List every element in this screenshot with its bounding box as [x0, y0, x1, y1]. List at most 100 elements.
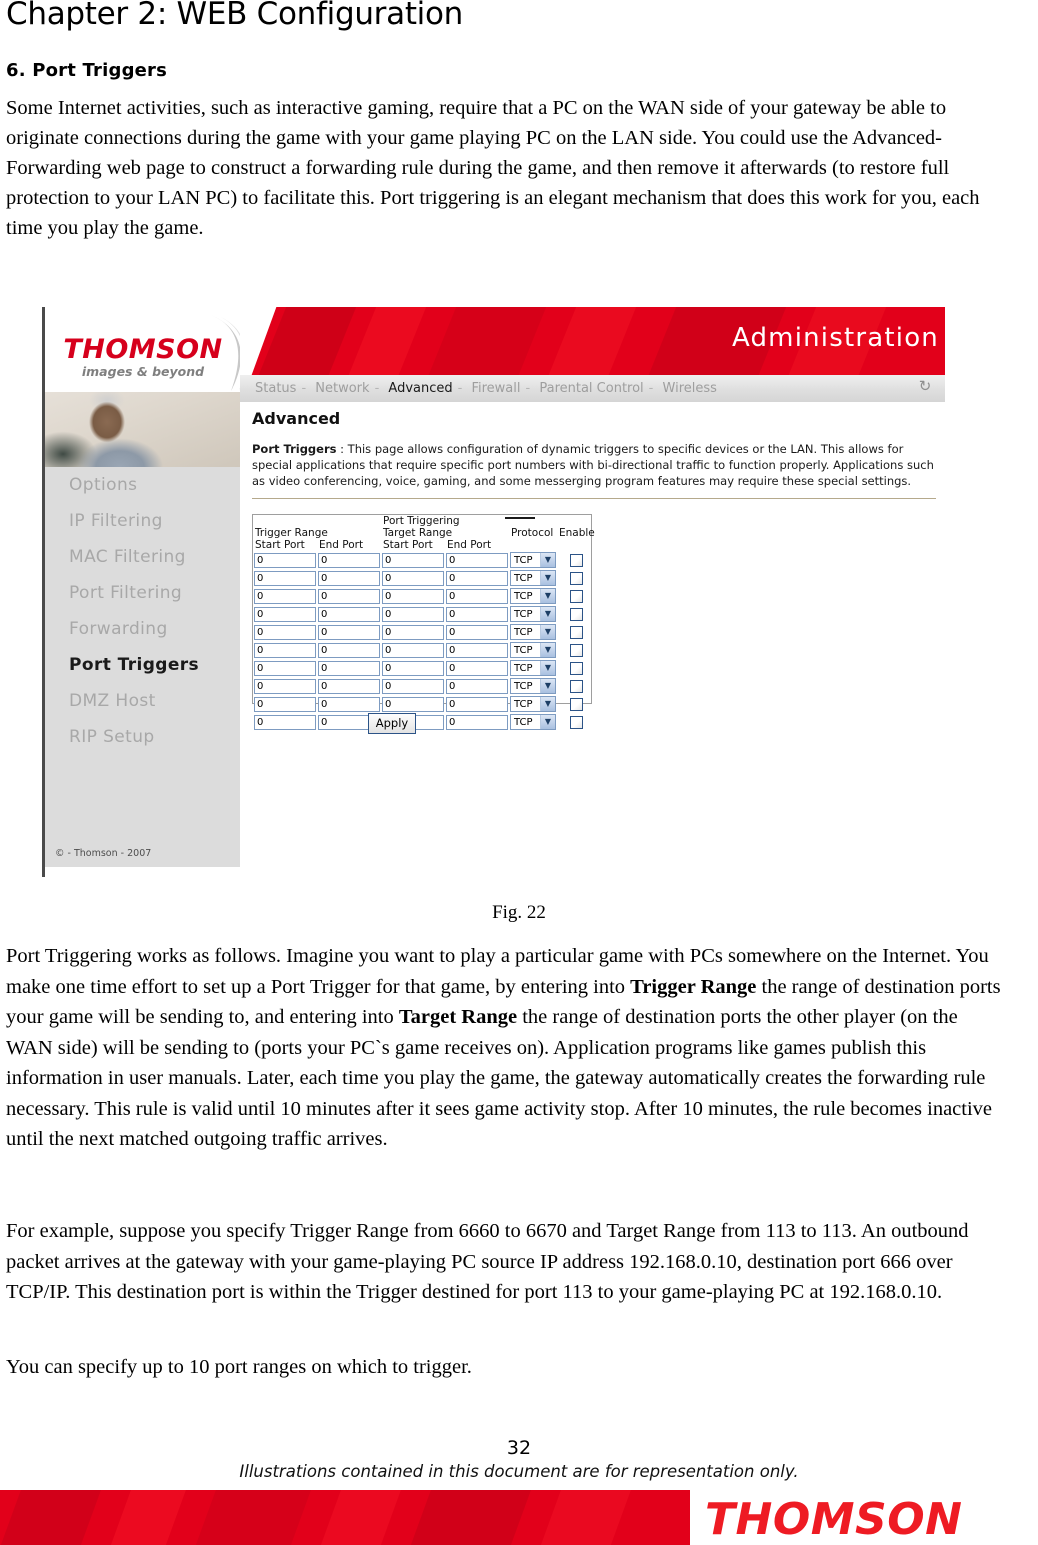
chevron-down-icon[interactable]: ▼	[540, 607, 555, 621]
trigger-start-port-input-7[interactable]	[254, 660, 316, 676]
enable-checkbox-7[interactable]	[570, 661, 584, 675]
trigger-start-port-input-1[interactable]	[254, 552, 316, 568]
apply-button[interactable]: Apply	[368, 713, 416, 734]
protocol-select-2[interactable]: TCP ▼	[510, 570, 556, 586]
protocol-select-9[interactable]: TCP ▼	[510, 696, 556, 712]
target-end-port-input-8[interactable]	[446, 678, 508, 694]
table-cell	[253, 713, 317, 731]
enable-checkbox-6[interactable]	[570, 643, 584, 657]
protocol-select-3[interactable]: TCP ▼	[510, 588, 556, 604]
table-cell: TCP ▼	[509, 551, 557, 569]
trigger-end-port-input-1[interactable]	[318, 552, 380, 568]
trigger-end-port-input-6[interactable]	[318, 642, 380, 658]
chevron-down-icon[interactable]: ▼	[540, 625, 555, 639]
nav-item-parental-control[interactable]: Parental Control	[536, 381, 646, 396]
sidebar-item-forwarding[interactable]: Forwarding	[45, 611, 240, 647]
protocol-select-6[interactable]: TCP ▼	[510, 642, 556, 658]
target-start-port-input-4[interactable]	[382, 606, 444, 622]
trigger-start-port-input-6[interactable]	[254, 642, 316, 658]
sidebar-item-rip-setup[interactable]: RIP Setup	[45, 719, 240, 755]
table-cell	[557, 587, 597, 605]
enable-checkbox-3[interactable]	[570, 589, 584, 603]
protocol-select-7[interactable]: TCP ▼	[510, 660, 556, 676]
enable-checkbox-5[interactable]	[570, 625, 584, 639]
target-end-port-input-10[interactable]	[446, 714, 508, 730]
trigger-start-port-input-5[interactable]	[254, 624, 316, 640]
target-end-port-input-3[interactable]	[446, 588, 508, 604]
nav-item-network[interactable]: Network	[312, 381, 372, 396]
protocol-select-value: TCP	[514, 591, 533, 602]
trigger-end-port-input-5[interactable]	[318, 624, 380, 640]
port-trigger-table: Port Triggering Trigger Range Target Ran…	[253, 515, 597, 731]
protocol-select-1[interactable]: TCP ▼	[510, 552, 556, 568]
chevron-down-icon[interactable]: ▼	[540, 571, 555, 585]
protocol-select-5[interactable]: TCP ▼	[510, 624, 556, 640]
chevron-down-icon[interactable]: ▼	[540, 697, 555, 711]
target-end-port-input-9[interactable]	[446, 696, 508, 712]
spacer-cell	[253, 515, 381, 527]
nav-item-firewall[interactable]: Firewall	[468, 381, 523, 396]
enable-checkbox-2[interactable]	[570, 571, 584, 585]
nav-item-status[interactable]: Status	[252, 381, 299, 396]
refresh-icon[interactable]: ↻	[917, 379, 933, 395]
protocol-select-value: TCP	[514, 645, 533, 656]
trigger-start-port-input-4[interactable]	[254, 606, 316, 622]
target-start-port-input-6[interactable]	[382, 642, 444, 658]
chevron-down-icon[interactable]: ▼	[540, 715, 555, 729]
table-cell: TCP ▼	[509, 677, 557, 695]
column-header-protocol: Protocol	[511, 527, 554, 539]
target-end-port-input-2[interactable]	[446, 570, 508, 586]
target-start-port-input-8[interactable]	[382, 678, 444, 694]
chevron-down-icon[interactable]: ▼	[540, 679, 555, 693]
target-start-port-input-5[interactable]	[382, 624, 444, 640]
protocol-select-8[interactable]: TCP ▼	[510, 678, 556, 694]
trigger-start-port-input-9[interactable]	[254, 696, 316, 712]
trigger-end-port-input-4[interactable]	[318, 606, 380, 622]
trigger-start-port-input-3[interactable]	[254, 588, 316, 604]
target-start-port-input-7[interactable]	[382, 660, 444, 676]
chevron-down-icon[interactable]: ▼	[540, 589, 555, 603]
brand-box: THOMSON images & beyond	[45, 307, 240, 392]
trigger-end-port-input-9[interactable]	[318, 696, 380, 712]
nav-item-wireless[interactable]: Wireless	[660, 381, 720, 396]
sidebar-item-port-filtering[interactable]: Port Filtering	[45, 575, 240, 611]
trigger-end-port-input-3[interactable]	[318, 588, 380, 604]
sidebar-item-port-triggers[interactable]: Port Triggers	[45, 647, 240, 683]
trigger-start-port-input-2[interactable]	[254, 570, 316, 586]
sidebar-item-options[interactable]: Options	[45, 467, 240, 503]
sidebar-item-mac-filtering[interactable]: MAC Filtering	[45, 539, 240, 575]
target-end-port-input-1[interactable]	[446, 552, 508, 568]
enable-checkbox-8[interactable]	[570, 679, 584, 693]
table-cell: TCP ▼	[509, 695, 557, 713]
sidebar-item-ip-filtering[interactable]: IP Filtering	[45, 503, 240, 539]
trigger-end-port-input-7[interactable]	[318, 660, 380, 676]
protocol-select-10[interactable]: TCP ▼	[510, 714, 556, 730]
spacer-cell	[509, 539, 557, 551]
chevron-down-icon[interactable]: ▼	[540, 553, 555, 567]
target-end-port-input-7[interactable]	[446, 660, 508, 676]
target-end-port-input-4[interactable]	[446, 606, 508, 622]
port-trigger-table-frame: Port Triggering Trigger Range Target Ran…	[252, 514, 595, 730]
target-start-port-input-9[interactable]	[382, 696, 444, 712]
target-start-port-input-3[interactable]	[382, 588, 444, 604]
target-end-port-input-6[interactable]	[446, 642, 508, 658]
trigger-start-port-input-8[interactable]	[254, 678, 316, 694]
table-cell	[445, 695, 509, 713]
chevron-down-icon[interactable]: ▼	[540, 661, 555, 675]
enable-checkbox-9[interactable]	[570, 697, 584, 711]
nav-item-advanced[interactable]: Advanced	[385, 381, 455, 396]
chevron-down-icon[interactable]: ▼	[540, 643, 555, 657]
target-start-port-input-2[interactable]	[382, 570, 444, 586]
enable-checkbox-1[interactable]	[570, 553, 584, 567]
trigger-start-port-input-10[interactable]	[254, 714, 316, 730]
target-end-port-input-5[interactable]	[446, 624, 508, 640]
sidebar-item-dmz-host[interactable]: DMZ Host	[45, 683, 240, 719]
trigger-end-port-input-8[interactable]	[318, 678, 380, 694]
trigger-end-port-input-2[interactable]	[318, 570, 380, 586]
enable-checkbox-4[interactable]	[570, 607, 584, 621]
enable-checkbox-10[interactable]	[570, 715, 584, 729]
target-start-port-input-1[interactable]	[382, 552, 444, 568]
table-cell: TCP ▼	[509, 713, 557, 731]
protocol-select-4[interactable]: TCP ▼	[510, 606, 556, 622]
content-description: Port Triggers : This page allows configu…	[252, 441, 936, 489]
